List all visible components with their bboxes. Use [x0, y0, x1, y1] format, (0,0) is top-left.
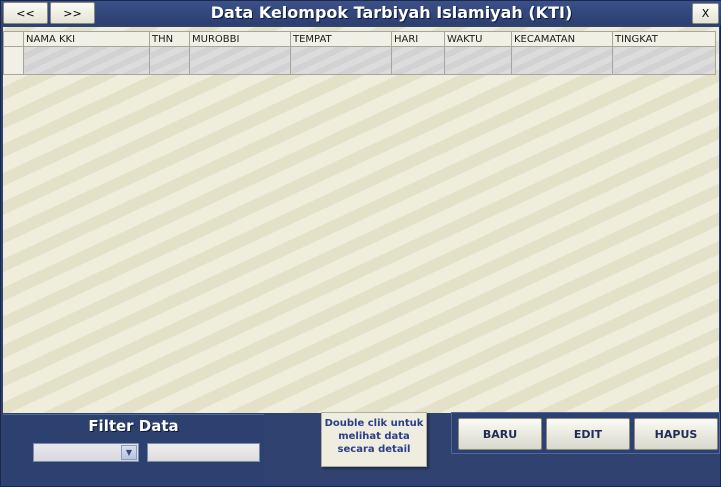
- main-window: << >> Data Kelompok Tarbiyah Islamiyah (…: [0, 0, 721, 487]
- table-cell[interactable]: [23, 46, 150, 75]
- table-cell[interactable]: [511, 46, 613, 75]
- delete-button[interactable]: HAPUS: [634, 418, 718, 450]
- row-selector[interactable]: [3, 46, 24, 75]
- filter-title: Filter Data: [88, 417, 179, 435]
- new-button[interactable]: BARU: [458, 418, 542, 450]
- previous-button[interactable]: <<: [3, 2, 48, 24]
- table-cell[interactable]: [391, 46, 445, 75]
- column-header-murobbi[interactable]: MUROBBI: [189, 31, 291, 47]
- data-area: NAMA KKI THN MUROBBI TEMPAT HARI WAKTU K…: [3, 27, 719, 413]
- column-header-hari[interactable]: HARI: [391, 31, 445, 47]
- filter-search-input[interactable]: [147, 443, 260, 462]
- filter-panel: Filter Data ▼: [3, 414, 264, 486]
- table-cell[interactable]: [149, 46, 190, 75]
- window-title: Data Kelompok Tarbiyah Islamiyah (KTI): [210, 3, 573, 22]
- grid-header-row: NAMA KKI THN MUROBBI TEMPAT HARI WAKTU K…: [3, 31, 716, 47]
- data-grid[interactable]: NAMA KKI THN MUROBBI TEMPAT HARI WAKTU K…: [3, 31, 716, 75]
- chevron-down-icon[interactable]: ▼: [121, 445, 137, 460]
- double-click-hint: Double clik untuk melihat data secara de…: [321, 412, 427, 467]
- title-bar: << >> Data Kelompok Tarbiyah Islamiyah (…: [1, 1, 721, 25]
- action-button-panel: BARU EDIT HAPUS: [451, 412, 720, 454]
- table-cell[interactable]: [189, 46, 291, 75]
- table-cell[interactable]: [290, 46, 392, 75]
- filter-field-select[interactable]: ▼: [33, 443, 139, 462]
- column-header-tingkat[interactable]: TINGKAT: [612, 31, 716, 47]
- column-header-kecamatan[interactable]: KECAMATAN: [511, 31, 613, 47]
- table-cell[interactable]: [444, 46, 512, 75]
- row-selector-header: [3, 31, 24, 47]
- edit-button[interactable]: EDIT: [546, 418, 630, 450]
- column-header-thn[interactable]: THN: [149, 31, 190, 47]
- table-row[interactable]: [3, 46, 716, 75]
- close-button[interactable]: X: [692, 3, 719, 24]
- table-cell[interactable]: [612, 46, 716, 75]
- column-header-tempat[interactable]: TEMPAT: [290, 31, 392, 47]
- next-button[interactable]: >>: [50, 2, 95, 24]
- column-header-waktu[interactable]: WAKTU: [444, 31, 512, 47]
- column-header-nama-kki[interactable]: NAMA KKI: [23, 31, 150, 47]
